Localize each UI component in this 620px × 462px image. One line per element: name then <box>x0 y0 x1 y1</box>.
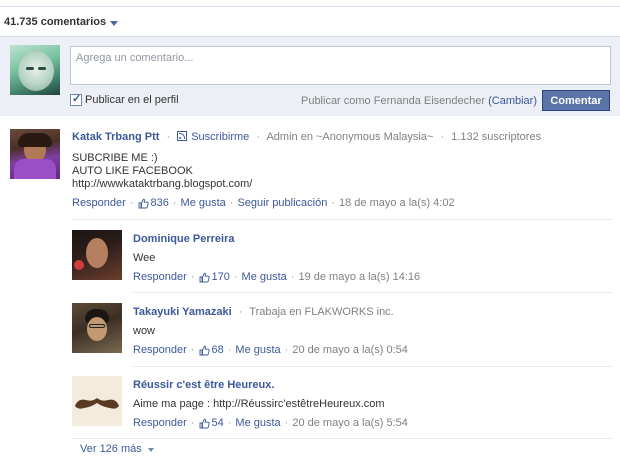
comment-text: SUBCRIBE ME :) AUTO LIKE FACEBOOK http:/… <box>72 152 612 191</box>
reply-author-name[interactable]: Dominique Perreira <box>133 233 234 245</box>
publish-as-line: Publicar como Fernanda Eisendecher (Camb… <box>301 95 537 107</box>
reply-text: wow <box>133 325 156 337</box>
author-avatar[interactable] <box>10 129 60 179</box>
thumbs-up-icon[interactable] <box>138 198 149 209</box>
reply-comment: Dominique Perreira Wee Responder · 170 ·… <box>133 233 612 283</box>
like-count[interactable]: 170 <box>212 271 230 283</box>
reply-link[interactable]: Responder <box>133 344 187 356</box>
reply-author-avatar[interactable] <box>72 376 122 426</box>
reply-link[interactable]: Responder <box>72 197 126 209</box>
thumbs-up-icon[interactable] <box>199 272 210 283</box>
comment-input[interactable]: Agrega un comentario... <box>70 46 611 85</box>
chevron-down-icon <box>147 447 154 452</box>
rss-icon <box>177 131 188 141</box>
reply-author-avatar[interactable] <box>72 303 122 353</box>
like-count[interactable]: 68 <box>212 344 224 356</box>
mustache-icon <box>75 398 119 409</box>
reply-divider <box>133 292 612 293</box>
reply-author-name[interactable]: Réussir c'est être Heureux. <box>133 379 274 391</box>
subscriber-count: 1.132 suscriptores <box>451 131 542 143</box>
more-divider <box>72 438 612 439</box>
like-count[interactable]: 54 <box>212 417 224 429</box>
comment-timestamp[interactable]: 18 de mayo a la(s) 4:02 <box>339 197 455 209</box>
reply-comment: Réussir c'est être Heureux. Aime ma page… <box>133 379 612 429</box>
reply-timestamp[interactable]: 20 de mayo a la(s) 0:54 <box>292 344 408 356</box>
comment-line[interactable]: http://wwwkataktrbang.blogspot.com/ <box>72 178 612 191</box>
comment-input-placeholder: Agrega un comentario... <box>76 52 194 64</box>
like-link[interactable]: Me gusta <box>242 271 287 283</box>
reply-text: Wee <box>133 252 156 264</box>
thumbs-up-icon[interactable] <box>199 345 210 356</box>
like-count[interactable]: 836 <box>151 197 169 209</box>
comment-submit-button[interactable]: Comentar <box>542 90 610 111</box>
reply-author-avatar[interactable] <box>72 230 122 280</box>
comment-count-dropdown[interactable]: 41.735 comentarios <box>4 14 119 30</box>
reply-author-meta: Trabaja en FLAKWORKS inc. <box>249 306 394 318</box>
chevron-down-icon <box>110 20 119 26</box>
view-more-label: Ver 126 más <box>80 443 142 455</box>
reply-link[interactable]: Responder <box>133 417 187 429</box>
comment-line: AUTO LIKE FACEBOOK <box>72 165 193 177</box>
reply-comment: Takayuki Yamazaki · Trabaja en FLAKWORKS… <box>133 306 612 356</box>
change-identity-link[interactable]: (Cambiar) <box>488 95 537 107</box>
reply-actions: Responder · 170 · Me gusta · 19 de mayo … <box>133 271 421 283</box>
comment-count-label: 41.735 comentarios <box>4 16 107 28</box>
reply-timestamp[interactable]: 19 de mayo a la(s) 14:16 <box>298 271 420 283</box>
reply-actions: Responder · 68 · Me gusta · 20 de mayo a… <box>133 344 408 356</box>
subscribe-link[interactable]: Suscribirme <box>191 131 249 143</box>
view-more-replies-link[interactable]: Ver 126 más <box>80 443 154 455</box>
top-divider <box>0 6 620 7</box>
publish-as-text: Publicar como Fernanda Eisendecher <box>300 95 486 107</box>
like-link[interactable]: Me gusta <box>235 417 280 429</box>
comment-line: SUBCRIBE ME :) <box>72 152 158 164</box>
reply-divider <box>72 219 612 220</box>
publish-on-profile-toggle[interactable]: Publicar en el perfil <box>70 92 179 106</box>
author-name[interactable]: Katak Trbang Ptt <box>72 131 159 143</box>
reply-divider <box>133 366 612 367</box>
publish-on-profile-label: Publicar en el perfil <box>85 94 179 106</box>
author-role: Admin en ~Anonymous Malaysia~ <box>266 131 434 143</box>
follow-post-link[interactable]: Seguir publicación <box>237 197 327 209</box>
comment-actions: Responder · 836 · Me gusta · Seguir publ… <box>72 197 455 209</box>
reply-actions: Responder · 54 · Me gusta · 20 de mayo a… <box>133 417 408 429</box>
comment-compose: Agrega un comentario... Publicar en el p… <box>0 36 620 116</box>
checkbox-icon[interactable] <box>70 92 82 106</box>
reply-text: Aime ma page : http://Réussirc'estêtreHe… <box>133 398 385 410</box>
current-user-avatar <box>10 45 60 95</box>
main-comment: Katak Trbang Ptt · Suscribirme · Admin e… <box>72 131 612 209</box>
thumbs-up-icon[interactable] <box>199 418 210 429</box>
like-link[interactable]: Me gusta <box>181 197 226 209</box>
reply-link[interactable]: Responder <box>133 271 187 283</box>
reply-timestamp[interactable]: 20 de mayo a la(s) 5:54 <box>292 417 408 429</box>
reply-author-name[interactable]: Takayuki Yamazaki <box>133 306 232 318</box>
like-link[interactable]: Me gusta <box>235 344 280 356</box>
